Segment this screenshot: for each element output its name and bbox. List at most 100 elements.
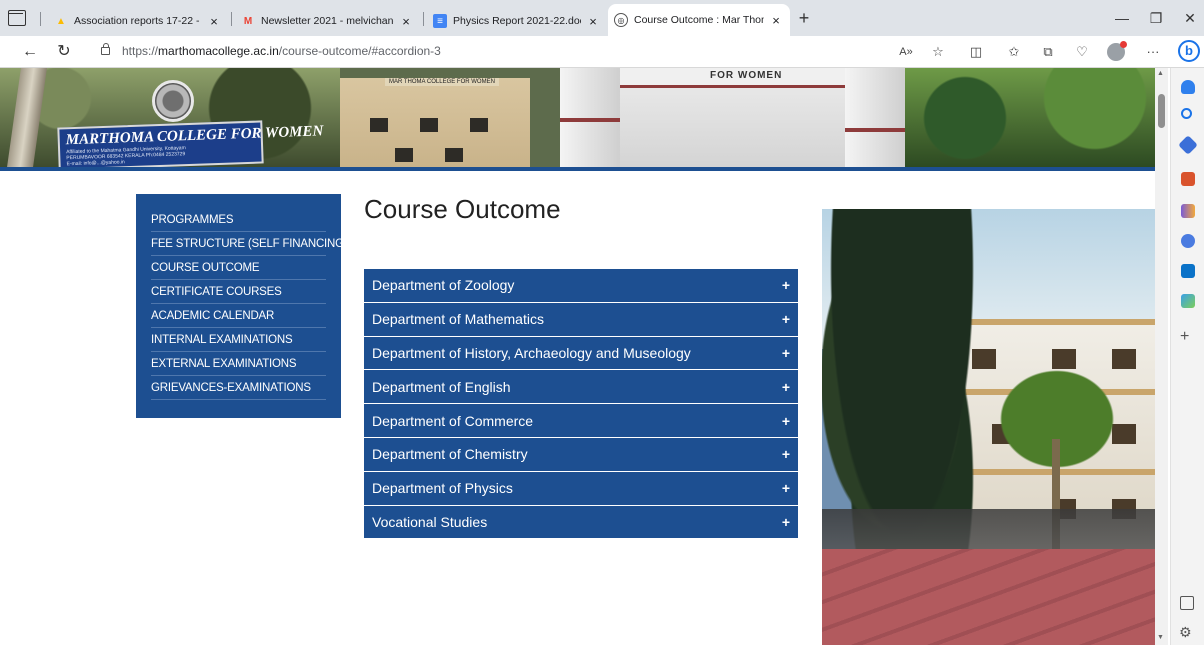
lock-icon[interactable] [101, 43, 110, 55]
accordion-item-zoology[interactable]: Department of Zoology + [364, 269, 798, 303]
banner-trees-right [905, 68, 1155, 167]
collections-icon[interactable]: ⧉ [1038, 42, 1058, 62]
sidebar-item-internal-examinations[interactable]: INTERNAL EXAMINATIONS [151, 328, 326, 352]
expand-plus-icon[interactable]: + [782, 514, 790, 530]
url-input[interactable]: https://marthomacollege.ac.in/course-out… [122, 44, 441, 58]
url-scheme: https:// [122, 44, 159, 58]
scroll-down-icon[interactable]: ▼ [1157, 634, 1164, 641]
back-button[interactable]: ← [20, 42, 40, 62]
gmail-icon: M [243, 15, 253, 27]
header-banner: MAR THOMA COLLEGE FOR WOMEN FOR WOMEN MA… [0, 68, 1155, 167]
page-title: Course Outcome [364, 194, 561, 224]
favorite-star-icon[interactable]: ☆ [928, 42, 948, 62]
games-icon[interactable] [1181, 204, 1195, 218]
expand-plus-icon[interactable]: + [782, 480, 790, 496]
campus-photo [822, 209, 1155, 645]
photo-parked-bikes [822, 509, 1155, 554]
copilot-icon[interactable]: b [1178, 40, 1200, 62]
tab-association-reports[interactable]: ▲ Association reports 17-22 - Goo × [48, 6, 228, 36]
site-globe-icon: ◎ [614, 13, 628, 27]
close-window-button[interactable]: ✕ [1180, 8, 1200, 28]
sidebar-item-academic-calendar[interactable]: ACADEMIC CALENDAR [151, 304, 326, 328]
accordion-item-vocational-studies[interactable]: Vocational Studies + [364, 505, 798, 540]
tab-newsletter[interactable]: M Newsletter 2021 - melvichandy × [235, 6, 420, 36]
banner-divider [0, 167, 1155, 171]
accordion-item-chemistry[interactable]: Department of Chemistry + [364, 437, 798, 472]
banner-gate: FOR WOMEN [560, 68, 910, 167]
tab-divider [40, 12, 41, 26]
sidebar-item-course-outcome[interactable]: COURSE OUTCOME [151, 256, 326, 280]
url-host: marthomacollege.ac.in [158, 44, 279, 58]
minimize-button[interactable]: — [1112, 8, 1132, 28]
gate-text: FOR WOMEN [710, 70, 783, 81]
refresh-button[interactable]: ↻ [54, 42, 74, 62]
url-path: /course-outcome/#accordion-3 [278, 44, 441, 58]
notifications-bell-icon[interactable] [1181, 80, 1195, 94]
building-name-text: MAR THOMA COLLEGE FOR WOMEN [385, 78, 499, 86]
browser-essentials-icon[interactable]: ♡ [1072, 42, 1092, 62]
sidebar-item-external-examinations[interactable]: EXTERNAL EXAMINATIONS [151, 352, 326, 376]
outlook-icon[interactable] [1181, 264, 1195, 278]
scroll-up-icon[interactable]: ▲ [1157, 70, 1164, 77]
tab-course-outcome[interactable]: ◎ Course Outcome : Mar Thoma C × [608, 4, 790, 36]
tab-physics-report[interactable]: ≡ Physics Report 2021-22.docx - G × [427, 6, 607, 36]
tab-actions-icon[interactable] [8, 10, 26, 26]
restore-button[interactable]: ❐ [1146, 8, 1166, 28]
tools-briefcase-icon[interactable] [1181, 172, 1195, 186]
microsoft-365-icon[interactable] [1181, 234, 1195, 248]
accordion-item-mathematics[interactable]: Department of Mathematics + [364, 302, 798, 337]
section-sidebar: PROGRAMMES FEE STRUCTURE (SELF FINANCING… [136, 194, 348, 418]
accordion-label: Department of Mathematics [372, 311, 544, 328]
address-toolbar: ← ↻ https://marthomacollege.ac.in/course… [0, 36, 1204, 68]
scrollbar-thumb[interactable] [1158, 94, 1165, 128]
favorites-list-icon[interactable]: ✩ [1004, 42, 1024, 62]
drop-icon[interactable] [1181, 294, 1195, 308]
expand-plus-icon[interactable]: + [782, 413, 790, 429]
accordion-item-physics[interactable]: Department of Physics + [364, 471, 798, 506]
sidebar-item-grievances-examinations[interactable]: GRIEVANCES-EXAMINATIONS [151, 376, 326, 400]
close-tab-icon[interactable]: × [206, 14, 222, 29]
search-icon[interactable] [1181, 108, 1192, 119]
accordion-label: Department of English [372, 378, 511, 395]
new-tab-button[interactable]: + [795, 9, 813, 27]
add-sidebar-app-icon[interactable]: + [1180, 328, 1189, 346]
sidebar-item-certificate-courses[interactable]: CERTIFICATE COURSES [151, 280, 326, 304]
browser-tabstrip: ▲ Association reports 17-22 - Goo × M Ne… [0, 0, 1204, 36]
close-tab-icon[interactable]: × [768, 13, 784, 28]
banner-building [340, 78, 530, 167]
accordion-label: Vocational Studies [372, 513, 488, 530]
accordion-item-english[interactable]: Department of English + [364, 370, 798, 405]
expand-plus-icon[interactable]: + [782, 311, 790, 327]
department-accordion: Department of Zoology + Department of Ma… [364, 269, 798, 540]
accordion-label: Department of Zoology [372, 277, 515, 294]
more-options-icon[interactable]: ··· [1143, 42, 1163, 62]
accordion-label: Department of Physics [372, 480, 513, 497]
accordion-label: Department of History, Archaeology and M… [372, 344, 691, 361]
tab-divider [231, 12, 232, 26]
read-aloud-icon[interactable]: A» [896, 42, 916, 62]
expand-plus-icon[interactable]: + [782, 446, 790, 462]
split-screen-icon[interactable]: ◫ [966, 42, 986, 62]
google-docs-icon: ≡ [433, 14, 447, 28]
close-tab-icon[interactable]: × [398, 14, 414, 29]
accordion-item-history[interactable]: Department of History, Archaeology and M… [364, 336, 798, 371]
accordion-label: Department of Commerce [372, 412, 534, 429]
tab-divider [423, 12, 424, 26]
college-signboard: MARTHOMA COLLEGE FOR WOMEN Affiliated to… [57, 120, 324, 167]
sidebar-settings-gear-icon[interactable]: ⚙ [1179, 624, 1192, 641]
page-scrollbar[interactable] [1155, 68, 1168, 645]
edge-sidebar: + ⚙ [1170, 68, 1204, 645]
photo-courtyard [822, 549, 1155, 645]
shopping-tag-icon[interactable] [1178, 135, 1198, 155]
expand-plus-icon[interactable]: + [782, 379, 790, 395]
sidebar-item-programmes[interactable]: PROGRAMMES [151, 208, 326, 232]
sidebar-item-fee-structure[interactable]: FEE STRUCTURE (SELF FINANCING) [151, 232, 348, 256]
college-emblem-icon [152, 80, 194, 122]
accordion-item-commerce[interactable]: Department of Commerce + [364, 404, 798, 438]
hide-sidebar-icon[interactable] [1180, 596, 1194, 610]
accordion-label: Department of Chemistry [372, 446, 528, 463]
profile-avatar[interactable] [1107, 41, 1127, 61]
expand-plus-icon[interactable]: + [782, 277, 790, 293]
expand-plus-icon[interactable]: + [782, 345, 790, 361]
close-tab-icon[interactable]: × [585, 14, 601, 29]
